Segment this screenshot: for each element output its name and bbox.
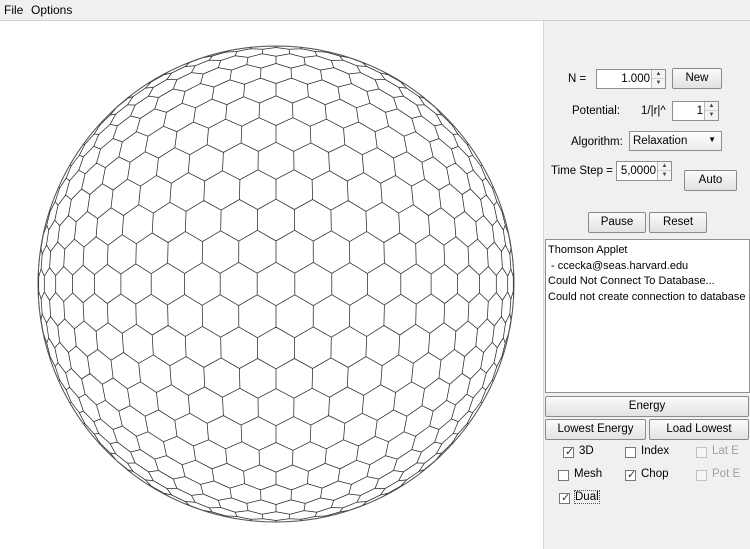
potential-exponent-input[interactable] xyxy=(673,102,706,120)
sphere-outline xyxy=(37,45,515,523)
spinner-down-icon[interactable]: ▼ xyxy=(658,171,671,180)
timestep-input[interactable] xyxy=(617,162,659,180)
auto-button[interactable]: Auto xyxy=(684,170,737,191)
checkbox-chop-label: Chop xyxy=(641,468,669,480)
checkbox-mesh-label: Mesh xyxy=(574,468,603,480)
pause-button[interactable]: Pause xyxy=(588,212,646,233)
console-line: - ccecka@seas.harvard.edu xyxy=(548,259,689,272)
voronoi-mesh xyxy=(38,46,514,522)
mesh-cells xyxy=(38,46,514,522)
spinner-down-icon[interactable]: ▼ xyxy=(705,111,718,120)
menu-bar: File Options xyxy=(0,0,750,21)
console-output[interactable]: Thomson Applet - ccecka@seas.harvard.edu… xyxy=(545,239,750,393)
algorithm-value: Relaxation xyxy=(633,135,688,147)
console-line: Could Not Connect To Database... xyxy=(548,275,715,287)
potential-exponent-spinner[interactable]: ▲ ▼ xyxy=(672,101,719,121)
console-line: Could not create connection to database … xyxy=(548,290,750,303)
checkbox-box xyxy=(696,447,707,458)
checkbox-box[interactable]: ✓ xyxy=(563,446,575,458)
console-line: Thomson Applet xyxy=(548,244,628,256)
checkbox-box[interactable]: ✓ xyxy=(559,492,571,504)
menu-file[interactable]: File xyxy=(4,3,23,17)
new-button[interactable]: New xyxy=(672,68,722,89)
algorithm-select[interactable]: Relaxation ▼ xyxy=(629,131,722,151)
n-spinner[interactable]: ▲ ▼ xyxy=(596,69,666,89)
check-icon: ✓ xyxy=(561,492,571,504)
lowest-energy-button[interactable]: Lowest Energy xyxy=(545,419,646,440)
checkbox-index-label: Index xyxy=(641,445,670,457)
potential-spinner-arrows[interactable]: ▲ ▼ xyxy=(704,102,718,120)
energy-button[interactable]: Energy xyxy=(545,396,749,417)
spinner-up-icon[interactable]: ▲ xyxy=(658,162,671,171)
n-label: N = xyxy=(568,73,587,85)
spinner-up-icon[interactable]: ▲ xyxy=(652,70,665,79)
sphere-mesh-canvas[interactable] xyxy=(36,44,516,524)
timestep-spinner[interactable]: ▲ ▼ xyxy=(616,161,672,181)
potential-label: Potential: xyxy=(572,105,620,117)
menu-options[interactable]: Options xyxy=(31,3,72,17)
timestep-label: Time Step = xyxy=(551,165,613,177)
check-icon: ✓ xyxy=(565,446,575,458)
control-panel: N = ▲ ▼ New Potential: 1/|r|^ ▲ ▼ Algori… xyxy=(543,21,750,549)
checkbox-3d-label: 3D xyxy=(579,445,594,457)
checkbox-box[interactable]: ✓ xyxy=(625,469,637,481)
n-spinner-arrows[interactable]: ▲ ▼ xyxy=(651,70,665,88)
timestep-spinner-arrows[interactable]: ▲ ▼ xyxy=(657,162,671,180)
checkbox-dual-label: Dual xyxy=(574,490,600,504)
spinner-down-icon[interactable]: ▼ xyxy=(652,79,665,88)
checkbox-pot-e-label: Pot E xyxy=(712,468,741,480)
checkbox-box[interactable] xyxy=(625,447,636,458)
reset-button[interactable]: Reset xyxy=(649,212,707,233)
potential-formula: 1/|r|^ xyxy=(641,105,666,117)
spinner-up-icon[interactable]: ▲ xyxy=(705,102,718,111)
checkbox-box xyxy=(696,470,707,481)
load-lowest-button[interactable]: Load Lowest xyxy=(649,419,749,440)
chevron-down-icon: ▼ xyxy=(708,135,716,144)
algorithm-label: Algorithm: xyxy=(571,136,623,148)
n-input[interactable] xyxy=(597,70,653,88)
checkbox-box[interactable] xyxy=(558,470,569,481)
checkbox-lat-e-label: Lat E xyxy=(712,445,739,457)
check-icon: ✓ xyxy=(627,469,637,481)
